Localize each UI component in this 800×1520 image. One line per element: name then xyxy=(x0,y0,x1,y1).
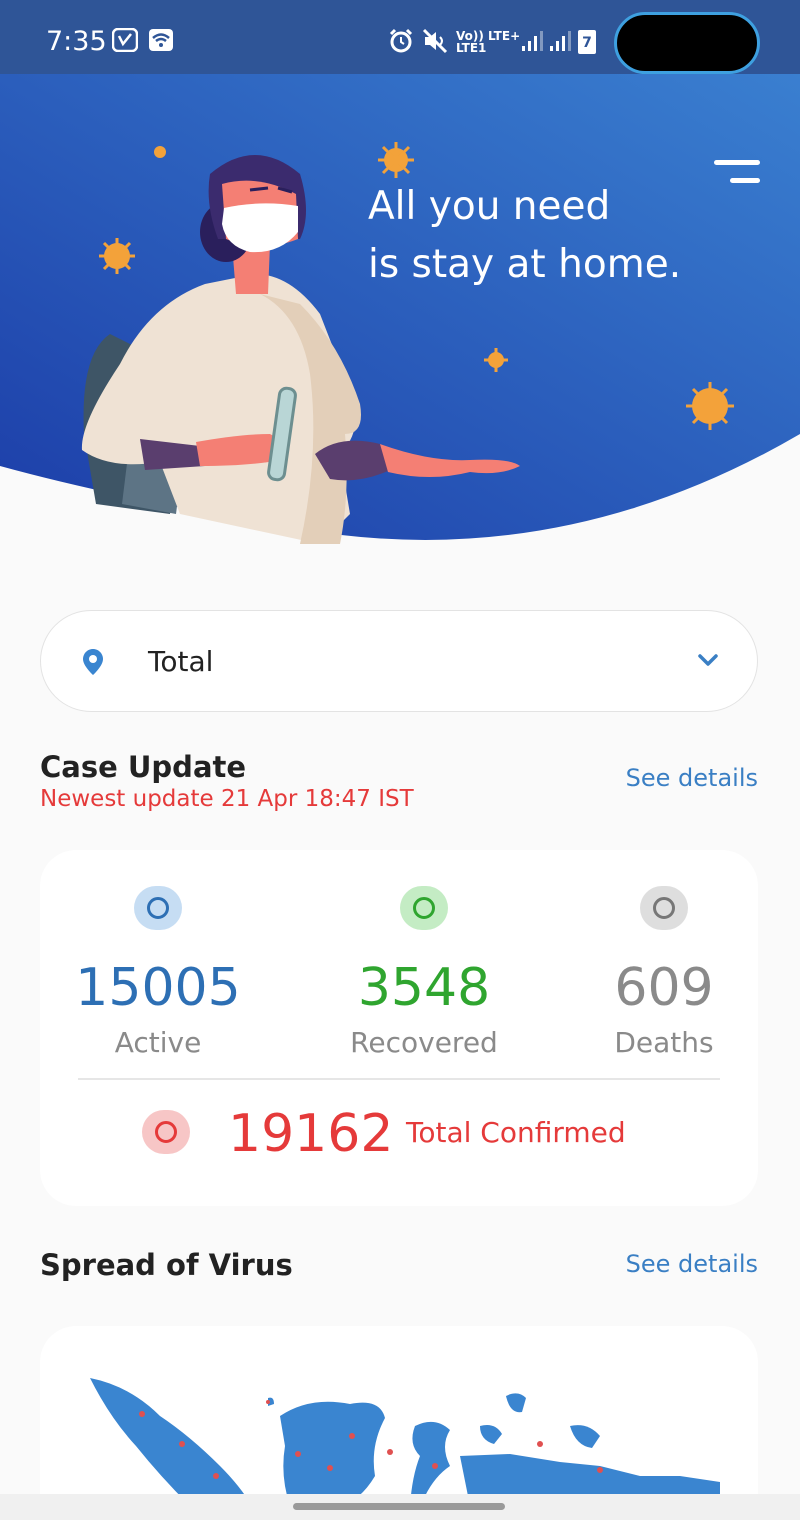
alarm-icon xyxy=(389,28,413,53)
confirmed-circle-icon xyxy=(142,1110,190,1154)
saavn-icon xyxy=(112,28,138,52)
system-nav-bar xyxy=(0,1494,800,1520)
camera-cutout xyxy=(614,12,760,74)
location-pin-icon xyxy=(83,649,103,675)
active-count: 15005 xyxy=(75,958,241,1018)
hero-banner: All you need is stay at home. xyxy=(0,74,800,544)
deaths-label: Deaths xyxy=(614,1026,714,1059)
battery-icon: 7 xyxy=(578,30,596,54)
signal-icon xyxy=(522,31,543,51)
wifi-icon xyxy=(149,29,173,51)
battery-level: 7 xyxy=(582,35,592,51)
network-sim-label: LTE1 xyxy=(456,41,487,55)
virus-spread-map xyxy=(90,1378,720,1506)
hero-line-2: is stay at home. xyxy=(368,242,682,287)
hero-line-1: All you need xyxy=(368,184,611,229)
total-confirmed-count: 19162 xyxy=(228,1104,394,1164)
total-confirmed-label: Total Confirmed xyxy=(406,1116,626,1149)
hero-message: All you need is stay at home. xyxy=(368,178,681,294)
deaths-count: 609 xyxy=(614,958,714,1018)
case-update-title: Case Update xyxy=(40,750,247,784)
spread-title: Spread of Virus xyxy=(40,1248,293,1282)
mute-icon xyxy=(422,28,448,54)
menu-bar xyxy=(730,178,760,183)
menu-button[interactable] xyxy=(712,154,760,188)
status-time: 7:35 xyxy=(46,26,107,57)
menu-bar xyxy=(714,160,760,165)
recovered-circle-icon xyxy=(400,886,448,930)
stats-divider xyxy=(78,1078,720,1080)
chevron-down-icon[interactable] xyxy=(697,652,719,668)
spread-see-details-link[interactable]: See details xyxy=(626,1250,758,1278)
recovered-label: Recovered xyxy=(350,1026,498,1059)
case-see-details-link[interactable]: See details xyxy=(626,764,758,792)
status-bar: 7:35 Vo)) LTE+ LTE1 7 xyxy=(0,0,800,74)
hero-illustration xyxy=(0,74,800,544)
signal-icon xyxy=(550,31,571,51)
stat-deaths: 609 Deaths xyxy=(554,850,774,1059)
location-selected-value: Total xyxy=(148,645,214,678)
case-update-timestamp: Newest update 21 Apr 18:47 IST xyxy=(40,786,414,812)
recovered-count: 3548 xyxy=(357,958,491,1018)
home-gesture-handle[interactable] xyxy=(293,1503,505,1510)
active-label: Active xyxy=(114,1026,202,1059)
active-circle-icon xyxy=(134,886,182,930)
spread-map-card[interactable] xyxy=(40,1326,758,1506)
deaths-circle-icon xyxy=(640,886,688,930)
stat-recovered: 3548 Recovered xyxy=(314,850,534,1059)
stat-active: 15005 Active xyxy=(48,850,268,1059)
case-stats-card: 15005 Active 3548 Recovered 609 Deaths 1… xyxy=(40,850,758,1206)
map-landmass xyxy=(90,1378,720,1506)
